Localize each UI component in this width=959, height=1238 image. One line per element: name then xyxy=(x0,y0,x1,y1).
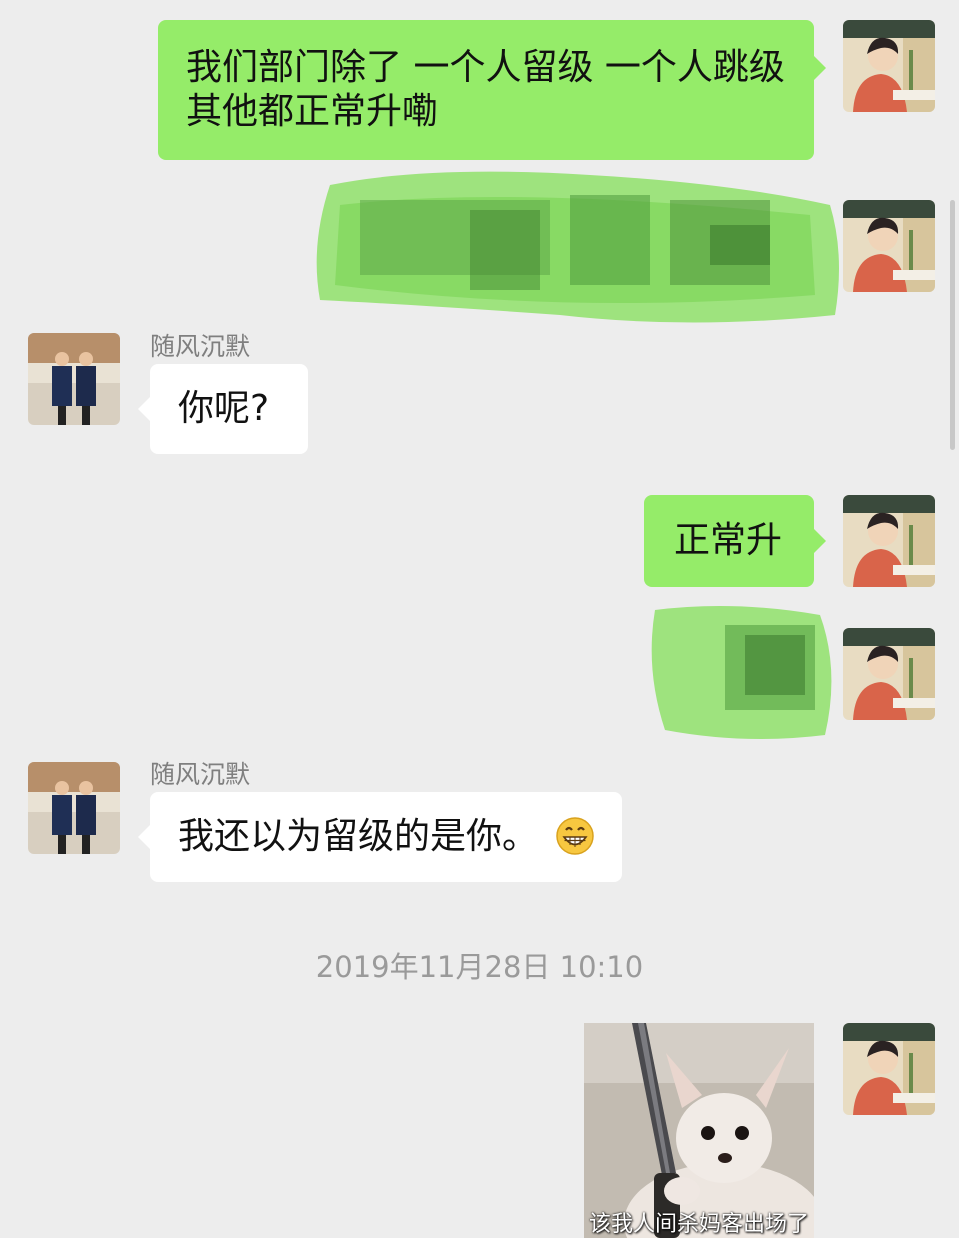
bubble-tail xyxy=(814,529,826,553)
message-text: 正常升 xyxy=(674,520,783,561)
my-avatar[interactable] xyxy=(843,20,935,112)
my-avatar[interactable] xyxy=(843,1023,935,1115)
my-avatar[interactable] xyxy=(843,200,935,292)
sender-name: 随风沉默 xyxy=(150,332,251,361)
chat-window: 我们部门除了 一个人留级 一个人跳级 其他都正常升嘞 随风沉默 你呢? 正常升 … xyxy=(0,0,959,1238)
sticker-caption: 该我人间杀妈客出场了 xyxy=(588,1212,809,1237)
message-text: 我还以为留级的是你。 xyxy=(178,816,539,857)
redacted-message-bubble xyxy=(645,600,840,745)
message-timestamp: 2019年11月28日 10:10 xyxy=(315,950,644,984)
contact-avatar[interactable] xyxy=(28,762,120,854)
sticker-image[interactable]: 该我人间杀妈客出场了 xyxy=(584,1023,814,1238)
message-bubble-outgoing[interactable]: 正常升 xyxy=(644,495,814,587)
message-bubble-incoming[interactable]: 我还以为留级的是你。 xyxy=(150,792,622,882)
my-avatar[interactable] xyxy=(843,495,935,587)
bubble-tail xyxy=(138,397,150,421)
scrollbar[interactable] xyxy=(950,200,955,450)
message-bubble-incoming[interactable]: 你呢? xyxy=(150,364,308,454)
contact-avatar[interactable] xyxy=(28,333,120,425)
message-text: 你呢? xyxy=(178,388,270,429)
redacted-message-bubble xyxy=(310,165,850,330)
message-text: 我们部门除了 一个人留级 一个人跳级 其他都正常升嘞 xyxy=(186,47,785,132)
message-bubble-outgoing[interactable]: 我们部门除了 一个人留级 一个人跳级 其他都正常升嘞 xyxy=(158,20,814,160)
bubble-tail xyxy=(138,825,150,849)
grinning-face-emoji-icon xyxy=(556,817,595,855)
my-avatar[interactable] xyxy=(843,628,935,720)
bubble-tail xyxy=(814,56,826,80)
sender-name: 随风沉默 xyxy=(150,760,251,789)
